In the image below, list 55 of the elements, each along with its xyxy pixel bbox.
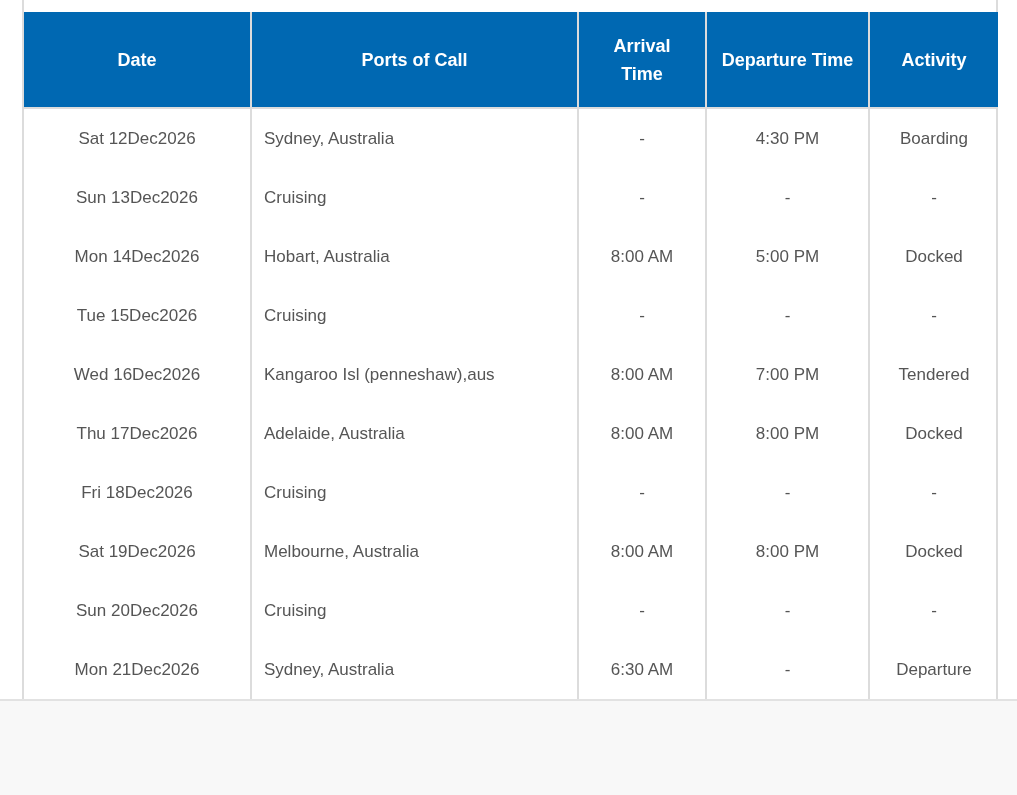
table-cell: Cruising: [251, 581, 578, 640]
table-cell: -: [706, 286, 869, 345]
table-cell: Hobart, Australia: [251, 227, 578, 286]
column-header: Activity: [869, 12, 998, 108]
table-cell: -: [578, 108, 706, 168]
table-cell: -: [706, 168, 869, 227]
table-cell: Adelaide, Australia: [251, 404, 578, 463]
table-cell: -: [706, 581, 869, 640]
table-cell: 4:30 PM: [706, 108, 869, 168]
table-cell: Mon 21Dec2026: [24, 640, 251, 699]
table-cell: Cruising: [251, 168, 578, 227]
table-cell: 8:00 PM: [706, 404, 869, 463]
column-header: Departure Time: [706, 12, 869, 108]
table-cell: Tendered: [869, 345, 998, 404]
table-cell: -: [869, 286, 998, 345]
table-cell: 8:00 AM: [578, 522, 706, 581]
table-cell: Thu 17Dec2026: [24, 404, 251, 463]
table-cell: 5:00 PM: [706, 227, 869, 286]
table-cell: 7:00 PM: [706, 345, 869, 404]
table-cell: Sun 13Dec2026: [24, 168, 251, 227]
table-cell: Tue 15Dec2026: [24, 286, 251, 345]
table-cell: -: [578, 286, 706, 345]
table-cell: -: [706, 463, 869, 522]
table-cell: Kangaroo Isl (penneshaw),aus: [251, 345, 578, 404]
table-cell: Wed 16Dec2026: [24, 345, 251, 404]
table-cell: Sydney, Australia: [251, 640, 578, 699]
table-cell: Docked: [869, 227, 998, 286]
table-cell: -: [869, 581, 998, 640]
table-cell: Sydney, Australia: [251, 108, 578, 168]
column-header: Arrival Time: [578, 12, 706, 108]
table-cell: 8:00 PM: [706, 522, 869, 581]
table-cell: Cruising: [251, 286, 578, 345]
table-cell: Fri 18Dec2026: [24, 463, 251, 522]
table-cell: Sun 20Dec2026: [24, 581, 251, 640]
table-cell: Melbourne, Australia: [251, 522, 578, 581]
table-cell: 8:00 AM: [578, 345, 706, 404]
table-cell: Sat 19Dec2026: [24, 522, 251, 581]
table-cell: -: [869, 463, 998, 522]
table-cell: Sat 12Dec2026: [24, 108, 251, 168]
table-cell: 6:30 AM: [578, 640, 706, 699]
table-cell: Mon 14Dec2026: [24, 227, 251, 286]
table-cell: Departure: [869, 640, 998, 699]
table-cell: -: [578, 581, 706, 640]
table-cell: -: [706, 640, 869, 699]
table-cell: -: [869, 168, 998, 227]
table-cell: Docked: [869, 522, 998, 581]
table-cell: 8:00 AM: [578, 404, 706, 463]
table-cell: 8:00 AM: [578, 227, 706, 286]
table-cell: -: [578, 463, 706, 522]
table-cell: -: [578, 168, 706, 227]
column-header: Ports of Call: [251, 12, 578, 108]
table-cell: Docked: [869, 404, 998, 463]
table-cell: Boarding: [869, 108, 998, 168]
table-cell: Cruising: [251, 463, 578, 522]
column-header: Date: [24, 12, 251, 108]
